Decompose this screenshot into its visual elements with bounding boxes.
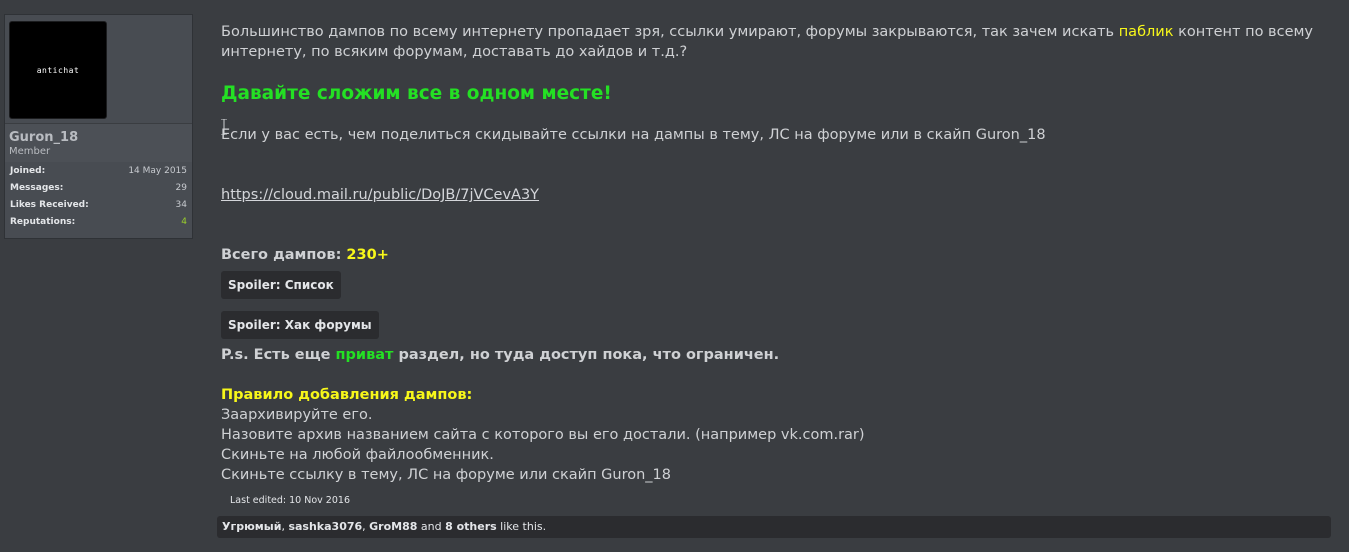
stat-value[interactable]: 29 xyxy=(176,183,187,193)
liker-link[interactable]: GroM88 xyxy=(369,520,417,533)
post-paragraph-share: Если у вас есть, чем поделиться скидывай… xyxy=(221,127,1046,143)
likes-others-link[interactable]: 8 others xyxy=(445,520,497,533)
post-ps: P.s. Есть еще приват раздел, но туда дос… xyxy=(221,347,779,363)
ps-highlight: приват xyxy=(335,347,394,363)
total-label: Всего дампов: xyxy=(221,247,347,263)
likes-suffix: like this. xyxy=(496,520,547,533)
stat-value: 34 xyxy=(175,200,187,210)
rule-item: Заархивируйте его. xyxy=(221,407,373,423)
stat-reputations: Reputations: 4 xyxy=(5,214,192,231)
username-link[interactable]: Guron_18 xyxy=(9,130,78,145)
user-sidebar: antichat Guron_18 Member Joined: 14 May … xyxy=(4,14,193,239)
avatar-text: antichat xyxy=(36,65,80,75)
post-headline: Давайте сложим все в одном месте! xyxy=(221,83,612,104)
rule-item: Скиньте ссылку в тему, ЛС на форуме или … xyxy=(221,467,671,483)
stat-likes: Likes Received: 34 xyxy=(5,197,192,214)
last-edited: Last edited: 10 Nov 2016 xyxy=(230,495,350,506)
spoiler-button-hack-forums[interactable]: Spoiler: Хак форумы xyxy=(221,311,379,339)
likes-summary: Угрюмый, sashka3076, GroM88 and 8 others… xyxy=(217,516,1331,538)
stat-label: Messages: xyxy=(10,183,64,193)
total-value: 230+ xyxy=(346,247,389,263)
total-dumps: Всего дампов: 230+ xyxy=(221,247,389,263)
stat-messages: Messages: 29 xyxy=(5,180,192,197)
stat-label: Likes Received: xyxy=(10,200,89,210)
stat-value: 14 May 2015 xyxy=(128,166,187,176)
intro-text-a: Большинство дампов по всему интернету пр… xyxy=(221,24,1119,40)
cloud-link[interactable]: https://cloud.mail.ru/public/DoJB/7jVCev… xyxy=(221,187,539,203)
ps-text-a: P.s. Есть еще xyxy=(221,347,336,363)
rule-item: Назовите архив названием сайта с которог… xyxy=(221,427,865,443)
user-title: Member xyxy=(9,146,51,157)
liker-link[interactable]: Угрюмый xyxy=(222,520,281,533)
stat-label: Reputations: xyxy=(10,217,76,227)
intro-highlight: паблик xyxy=(1118,24,1174,40)
user-info: Guron_18 Member xyxy=(5,123,192,162)
rule-item: Скиньте на любой файлообменник. xyxy=(221,447,494,463)
stat-label: Joined: xyxy=(10,166,46,176)
stat-value: 4 xyxy=(181,217,187,227)
liker-link[interactable]: sashka3076 xyxy=(288,520,362,533)
post-paragraph-intro: Большинство дампов по всему интернету пр… xyxy=(221,22,1331,62)
spoiler-button-list[interactable]: Spoiler: Список xyxy=(221,271,341,299)
stat-joined: Joined: 14 May 2015 xyxy=(5,163,192,180)
user-stats: Joined: 14 May 2015 Messages: 29 Likes R… xyxy=(5,163,192,231)
likes-and: and xyxy=(417,520,446,533)
ps-text-b: раздел, но туда доступ пока, что огранич… xyxy=(393,347,780,363)
rules-title: Правило добавления дампов: xyxy=(221,387,473,403)
avatar[interactable]: antichat xyxy=(9,21,107,119)
